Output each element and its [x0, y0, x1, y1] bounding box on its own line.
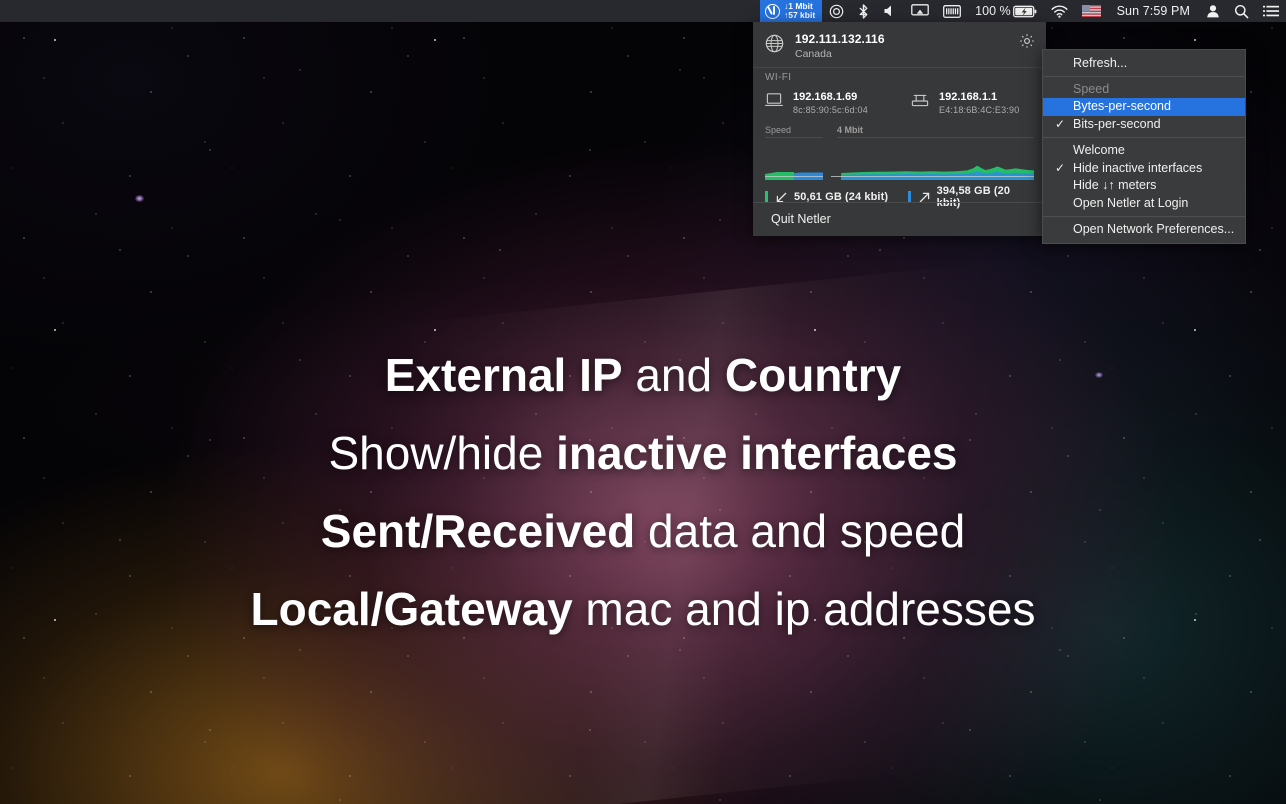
gateway-mac-value: E4:18:6B:4C:E3:90 [939, 105, 1020, 115]
menu-item-open-at-login[interactable]: Open Netler at Login [1043, 195, 1245, 213]
local-mac-value: 8c:85:90:5c:6d:04 [793, 105, 868, 115]
hide-inactive-label: Hide inactive interfaces [1073, 160, 1203, 175]
menu-bar-item-input-source[interactable] [1075, 0, 1108, 22]
speed-scale-col: 4 Mbit [837, 125, 1034, 138]
bluetooth-icon [859, 3, 868, 19]
interface-section-label: WI-FI [765, 72, 792, 83]
menu-bar-item-volume[interactable] [876, 0, 904, 22]
notification-center-icon [1263, 5, 1279, 16]
search-icon [1234, 4, 1249, 18]
gateway-interface-text: 192.168.1.1 E4:18:6B:4C:E3:90 [939, 91, 1019, 115]
battery-percent-label: 100 % [975, 4, 1011, 18]
volume-icon [884, 5, 892, 17]
netler-circle-n-icon [764, 3, 780, 19]
macos-menu-bar: ↓1 Mbit ↑57 kbit 100 % Sun 7:59 PM [0, 0, 1286, 22]
menu-bar-item-notification-center[interactable] [1256, 0, 1286, 22]
globe-icon [765, 34, 784, 53]
gear-icon[interactable] [1019, 33, 1035, 49]
feature-line-4-bold: Local/Gateway [250, 583, 573, 635]
menu-bar-item-netler[interactable]: ↓1 Mbit ↑57 kbit [759, 0, 823, 22]
country-value: Canada [795, 48, 832, 60]
speed-caption-col: Speed [765, 125, 837, 138]
netler-panel-footer: Quit Netler [753, 202, 1046, 236]
menu-item-refresh[interactable]: Refresh... [1043, 54, 1245, 72]
sparkline-svg [765, 172, 823, 180]
menu-bar-item-timemachine[interactable] [822, 0, 851, 22]
laptop-icon [765, 93, 783, 106]
netler-rate-meters: ↓1 Mbit ↑57 kbit [783, 1, 816, 21]
hide-inactive-checkmark: ✓ [1055, 160, 1066, 175]
menu-item-open-network-preferences[interactable]: Open Network Preferences... [1043, 221, 1245, 239]
feature-line-3: Sent/Received data and speed [321, 508, 965, 554]
menu-separator-2 [1043, 137, 1245, 138]
feature-line-2-regular: Show/hide [328, 427, 557, 479]
feature-line-1-bold-b: Country [724, 349, 902, 401]
external-ip-block: 192.111.132.116 Canada [795, 32, 885, 60]
feature-line-4: Local/Gateway mac and ip addresses [251, 586, 1036, 632]
user-icon [1207, 5, 1219, 18]
feature-line-2: Show/hide inactive interfaces [328, 430, 957, 476]
menu-item-welcome[interactable]: Welcome [1043, 142, 1245, 160]
menu-header-speed: Speed [1073, 81, 1110, 96]
wifi-icon [1051, 5, 1068, 18]
chart-baseline [831, 176, 1034, 177]
keyboard-brightness-icon [943, 4, 962, 18]
external-ip-value: 192.111.132.116 [795, 32, 885, 46]
input-flag-icon [1081, 5, 1101, 17]
menu-bar-item-user[interactable] [1199, 0, 1227, 22]
speed-caption-rule [765, 137, 823, 138]
local-interface: 192.168.1.69 8c:85:90:5c:6d:04 [765, 91, 911, 115]
menu-bar-item-wifi[interactable] [1044, 0, 1075, 22]
menu-bar-clock[interactable]: Sun 7:59 PM [1108, 0, 1199, 22]
menu-item-hide-inactive-interfaces[interactable]: ✓ Hide inactive interfaces [1043, 160, 1245, 178]
menu-bar-item-keyboard-brightness[interactable] [936, 0, 968, 22]
gateway-interface: 192.168.1.1 E4:18:6B:4C:E3:90 [911, 91, 1019, 115]
menu-bar-status-items: ↓1 Mbit ↑57 kbit 100 % Sun 7:59 PM [759, 0, 1286, 22]
desktop-screen: External IP and Country Show/hide inacti… [0, 0, 1286, 804]
speed-area-chart [831, 140, 1034, 180]
menu-bar-item-battery[interactable]: 100 % [968, 0, 1043, 22]
netler-upload-rate: ↑57 kbit [783, 10, 816, 20]
menu-separator-1 [1043, 75, 1245, 77]
speed-scale-rule [837, 137, 1034, 138]
local-ip-value: 192.168.1.69 [793, 91, 858, 103]
menu-item-bits-per-second[interactable]: ✓ Bits-per-second [1043, 116, 1245, 134]
speed-scale-label: 4 Mbit [837, 125, 863, 135]
feature-line-3-regular: data and speed [635, 505, 966, 557]
battery-icon [1012, 5, 1037, 17]
bits-per-second-label: Bits-per-second [1073, 116, 1161, 131]
netler-panel: 192.111.132.116 Canada WI-FI 192.168.1.6… [753, 22, 1046, 236]
feature-text-overlay: External IP and Country Show/hide inacti… [0, 352, 1286, 632]
local-interface-text: 192.168.1.69 8c:85:90:5c:6d:04 [793, 91, 868, 115]
gateway-ip-value: 192.168.1.1 [939, 91, 998, 103]
wallpaper-nebula-dot [135, 195, 144, 202]
feature-line-1: External IP and Country [385, 352, 901, 398]
timemachine-icon [829, 4, 844, 18]
sparkline-baseline [765, 176, 823, 177]
speed-area-chart-svg [841, 165, 1034, 180]
feature-line-4-regular: mac and ip addresses [572, 583, 1036, 635]
speed-caption: Speed [765, 125, 792, 135]
feature-line-2-bold: inactive interfaces [556, 427, 958, 479]
interface-row: 192.168.1.69 8c:85:90:5c:6d:04 192.168.1… [753, 87, 1046, 123]
bits-per-second-checkmark: ✓ [1055, 116, 1066, 131]
menu-item-hide-meters[interactable]: Hide ↓↑ meters [1043, 177, 1245, 195]
feature-line-1-regular: and [622, 349, 725, 401]
netler-panel-header: 192.111.132.116 Canada [753, 22, 1046, 67]
speed-axis-row: Speed 4 Mbit [753, 123, 1046, 138]
menu-item-bytes-per-second[interactable]: Bytes-per-second [1043, 98, 1245, 116]
menu-bar-item-airplay[interactable] [904, 0, 936, 22]
speed-graphs [753, 138, 1046, 180]
speed-sparkline [765, 140, 823, 180]
router-icon [911, 94, 929, 107]
airplay-icon [911, 4, 930, 16]
menu-separator-3 [1043, 216, 1245, 217]
quit-netler-button[interactable]: Quit Netler [753, 203, 1046, 236]
menu-bar-item-bluetooth[interactable] [851, 0, 876, 22]
feature-line-1-bold-a: External IP [384, 349, 623, 401]
netler-settings-menu: Refresh... Speed Bytes-per-second ✓ Bits… [1042, 49, 1246, 244]
menu-bar-item-spotlight[interactable] [1227, 0, 1256, 22]
feature-line-3-bold: Sent/Received [320, 505, 636, 557]
